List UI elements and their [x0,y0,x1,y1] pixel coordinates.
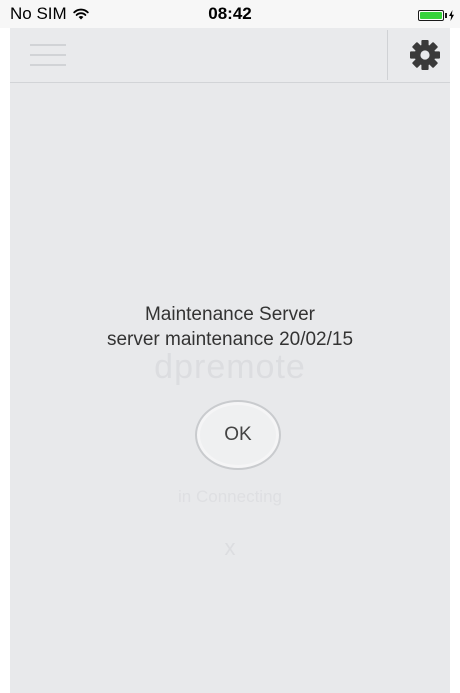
settings-button[interactable] [408,38,442,72]
app-frame: dpremote in Connecting x Maintenance Ser… [10,28,450,693]
charging-bolt-icon [449,9,454,21]
nav-divider [387,30,388,80]
battery-body [418,9,444,21]
alert-title: Maintenance Server [144,304,316,325]
menu-line [30,64,66,66]
background-connection-status: in Connecting [178,487,282,506]
alert-message: server maintenance 20/02/15 [106,329,354,350]
gear-icon [410,40,440,70]
navigation-bar [10,28,450,83]
battery-icon [418,8,454,22]
battery-fill [420,11,442,19]
background-close-icon: x [224,535,236,560]
ok-button[interactable]: OK [195,400,281,470]
status-bar: No SIM 08:42 [0,0,460,28]
main-content: dpremote in Connecting x Maintenance Ser… [10,83,450,693]
background-logo: dpremote [154,348,306,386]
menu-line [30,44,66,46]
menu-line [30,54,66,56]
status-time: 08:42 [208,4,252,23]
menu-button[interactable] [30,42,66,68]
battery-tip [445,12,447,18]
